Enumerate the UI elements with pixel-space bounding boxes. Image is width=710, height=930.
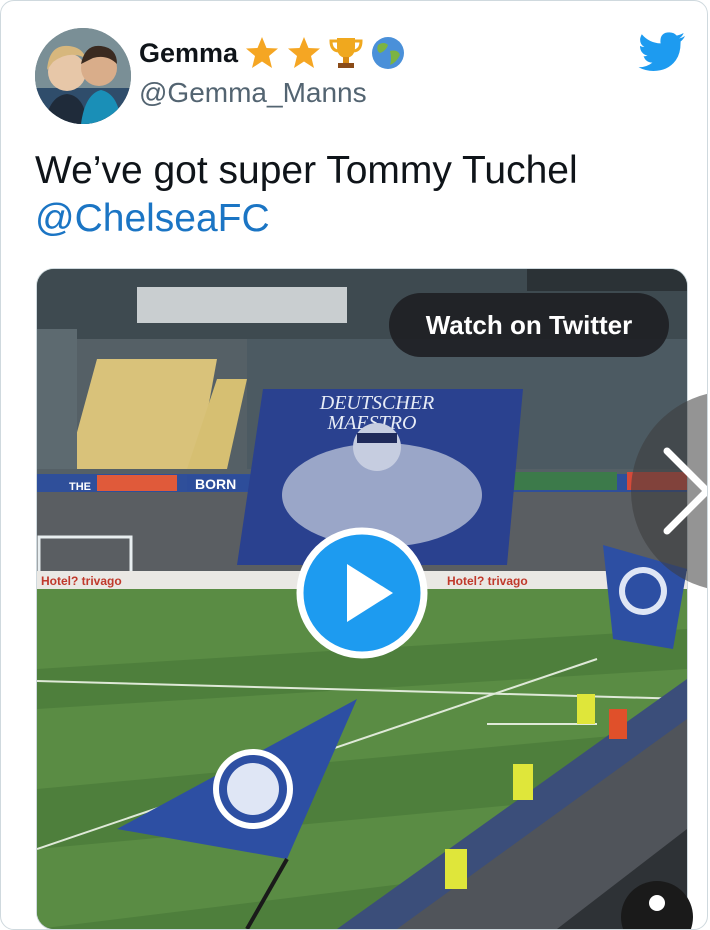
banner-text-line1: DEUTSCHER	[319, 392, 434, 414]
author-handle[interactable]: @Gemma_Manns	[139, 77, 367, 109]
avatar[interactable]	[35, 28, 131, 124]
author-name-row[interactable]: Gemma	[139, 35, 406, 71]
trophy-icon	[329, 38, 363, 68]
stand-text-1: THE	[69, 481, 91, 493]
more-media-icon[interactable]	[613, 877, 693, 930]
mention-link[interactable]: @ChelseaFC	[35, 195, 578, 243]
star-icon	[246, 37, 279, 68]
tweet-text: We’ve got super Tommy Tuchel @ChelseaFC	[35, 147, 578, 243]
tweet-text-line: We’ve got super Tommy Tuchel	[35, 149, 578, 192]
ad-board-text: Hotel? trivago	[41, 574, 122, 588]
author-display-name[interactable]: Gemma	[139, 38, 238, 69]
avatar-image	[35, 28, 131, 124]
chevron-right-icon[interactable]	[621, 391, 708, 591]
tweet-card[interactable]: Gemma @Gemma_Manns We’ve got super Tommy…	[0, 0, 708, 930]
stand-text-2: BORN	[195, 476, 236, 492]
watch-on-twitter-button[interactable]: Watch on Twitter	[389, 293, 669, 357]
twitter-bird-icon[interactable]	[638, 31, 686, 71]
globe-icon	[372, 37, 405, 69]
play-icon[interactable]	[295, 526, 429, 660]
star-icon	[288, 37, 321, 68]
ad-board-text: Hotel? trivago	[447, 574, 528, 588]
